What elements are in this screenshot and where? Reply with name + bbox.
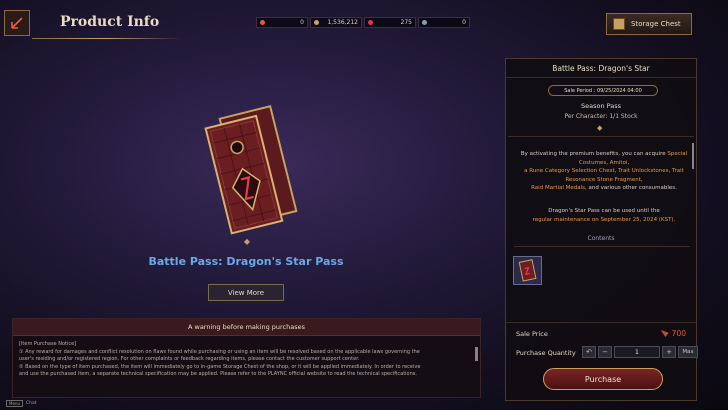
purchase-notice: A warning before making purchases [Item … (12, 318, 481, 398)
storage-chest-label: Storage Chest (631, 20, 681, 28)
reset-quantity-button[interactable]: ↶ (582, 346, 596, 358)
chat-label: Chat (25, 401, 37, 406)
notice-line: and use the purchased item, a separate t… (19, 371, 417, 378)
currency-arrow-value: 0 (300, 19, 304, 26)
battle-pass-ticket-image (204, 105, 298, 235)
description-scrollbar[interactable] (692, 143, 694, 169)
currency-gem-value: 275 (400, 19, 412, 26)
notice-line: [Item Purchase Notice] (19, 341, 77, 347)
storage-chest-button[interactable]: Storage Chest (606, 13, 692, 35)
description-paragraph-1: By activating the premium benefits, you … (518, 150, 690, 193)
sale-price-label: Sale Price (516, 330, 548, 338)
per-character-stock: Per Character: 1/1 Stock (564, 113, 638, 120)
desc-text: , and various other consumables. (585, 185, 677, 191)
desc-highlight: regular maintenance on September 25, 202… (532, 216, 676, 223)
desc-text: , (640, 176, 643, 183)
purchase-panel: Battle Pass: Dragon's Star Sale Period :… (505, 58, 698, 401)
desc-text: Dragon's Star Pass can be used until the (548, 208, 660, 214)
content-item-slot[interactable] (513, 256, 542, 285)
silver-orb-icon (422, 20, 427, 25)
desc-highlight: Amitoi (609, 159, 628, 166)
notice-line: ① Any reward for damages and conflict re… (19, 348, 420, 355)
max-quantity-button[interactable]: Max (678, 346, 698, 358)
currency-gold: 1,536,212 (310, 17, 362, 28)
title-underline (32, 38, 182, 39)
top-bar: Product Info 0 1,536,212 275 0 Storage C… (0, 0, 728, 44)
notice-header: A warning before making purchases (13, 319, 480, 336)
minus-icon: − (602, 348, 608, 356)
increase-quantity-button[interactable]: + (662, 346, 676, 358)
notice-scrollbar[interactable] (475, 347, 478, 361)
contents-divider (514, 246, 690, 247)
currency-gold-value: 1,536,212 (327, 19, 358, 26)
undo-icon: ↶ (586, 348, 592, 356)
contents-label: Contents (587, 235, 615, 242)
chat-hint[interactable]: Menu Chat (6, 400, 37, 407)
desc-highlight: Raid Martial Medals (531, 185, 586, 191)
ornament-divider: ◆ (243, 237, 251, 246)
arrow-currency-icon (660, 330, 669, 337)
view-more-button[interactable]: View More (208, 284, 284, 301)
arrow-currency-icon (260, 20, 265, 25)
sale-price-value: 700 (671, 329, 686, 338)
decrease-quantity-button[interactable]: − (598, 346, 612, 358)
quantity-label: Purchase Quantity (516, 349, 576, 357)
purchase-button[interactable]: Purchase (543, 368, 663, 390)
desc-text: By activating the premium benefits, you … (520, 151, 668, 157)
sale-price: 700 (660, 329, 686, 338)
desc-text: , (627, 159, 630, 166)
currency-gem: 275 (364, 17, 416, 28)
desc-highlight: Trait Unlockstones (618, 168, 669, 174)
currency-orb-value: 0 (462, 19, 466, 26)
desc-highlight: a Rune Category Selection Chest (524, 168, 615, 174)
sale-period-badge: Sale Period : 09/25/2024 04:00 (548, 85, 658, 96)
currency-arrow: 0 (256, 17, 308, 28)
panel-ornament: ◆ (597, 124, 603, 132)
back-arrow-icon (11, 17, 23, 29)
panel-divider (506, 322, 696, 323)
page-title: Product Info (60, 14, 160, 30)
gold-coin-icon (314, 20, 319, 25)
notice-line: ② Based on the type of item purchased, t… (19, 363, 421, 370)
quantity-input[interactable]: 1 (614, 346, 660, 358)
menu-key: Menu (6, 400, 23, 407)
notice-line: user's residing and/or registered region… (19, 356, 360, 363)
currency-orb: 0 (418, 17, 470, 28)
panel-title: Battle Pass: Dragon's Star (506, 59, 696, 78)
plus-icon: + (666, 348, 672, 356)
quantity-stepper: ↶ − 1 + Max (582, 346, 698, 358)
red-gem-icon (368, 20, 373, 25)
description-paragraph-2: Dragon's Star Pass can be used until the… (518, 207, 690, 224)
product-name: Battle Pass: Dragon's Star Pass (148, 255, 344, 268)
currency-bar: 0 1,536,212 275 0 (256, 17, 470, 28)
chest-icon (613, 18, 625, 30)
pass-type: Season Pass (580, 102, 622, 110)
notice-body[interactable]: [Item Purchase Notice] ① Any reward for … (13, 336, 480, 384)
pass-ticket-icon (518, 259, 537, 282)
back-button[interactable] (4, 10, 30, 36)
